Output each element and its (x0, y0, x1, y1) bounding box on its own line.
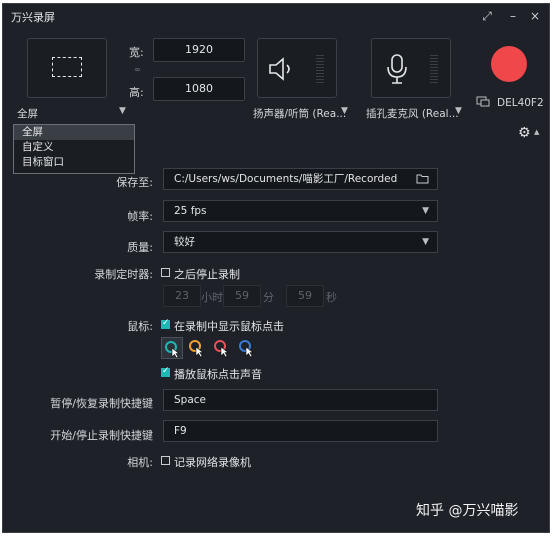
chevron-down-icon[interactable]: ▼ (119, 106, 126, 116)
caret-up-icon[interactable]: ▲ (534, 128, 539, 136)
link-icon[interactable]: ∞ (134, 65, 141, 74)
timer-checkbox[interactable] (161, 268, 170, 277)
timer-minutes-input[interactable]: 59 (223, 285, 261, 307)
save-location-label: 保存至: (116, 176, 153, 189)
save-path-field[interactable]: C:/Users/ws/Documents/喵影工厂/Recorded (163, 168, 438, 190)
dropdown-option-target-window[interactable]: 目标窗口 (14, 155, 134, 170)
microphone-button[interactable] (371, 38, 451, 98)
timer-checkbox-label: 之后停止录制 (174, 268, 240, 281)
camera-device-label[interactable]: DEL40F2 (497, 97, 544, 109)
timer-hours-input[interactable]: 23 (163, 285, 201, 307)
width-label: 宽: (129, 46, 144, 59)
camera-label: 相机: (127, 456, 153, 469)
capture-area-button[interactable] (27, 38, 107, 98)
capture-area-value[interactable]: 全屏 (17, 106, 38, 121)
webcam-checkbox[interactable] (161, 456, 170, 465)
record-button[interactable] (491, 46, 527, 82)
quality-select[interactable]: 较好 ▼ (163, 231, 438, 253)
cursor-icon (214, 340, 229, 358)
quality-value: 较好 (174, 236, 195, 248)
speaker-icon (269, 57, 290, 81)
cursor-highlight-option[interactable] (236, 337, 258, 359)
frame-rate-label: 帧率: (127, 210, 153, 223)
dropdown-option-custom[interactable]: 自定义 (14, 140, 134, 155)
dropdown-option-fullscreen[interactable]: 全屏 (14, 125, 134, 140)
chevron-down-icon[interactable]: ▼ (455, 106, 462, 116)
selection-frame-icon (52, 57, 82, 77)
minimize-icon[interactable]: – (503, 7, 523, 25)
monitor-icon (476, 96, 490, 107)
click-sound-checkbox[interactable] (161, 366, 170, 377)
cursor-icon (239, 340, 254, 358)
cursor-highlight-option[interactable] (186, 337, 208, 359)
cursor-icon (189, 340, 204, 358)
frame-rate-value: 25 fps (174, 205, 207, 217)
quality-label: 质量: (127, 241, 153, 254)
window-title: 万兴录屏 (11, 11, 55, 24)
timer-seconds-input[interactable]: 59 (286, 285, 324, 307)
speaker-device-select[interactable]: 扬声器/听筒 (Rea... (253, 106, 346, 121)
mouse-label: 鼠标: (127, 320, 153, 333)
chevron-down-icon: ▼ (422, 206, 429, 216)
chevron-down-icon[interactable]: ▼ (341, 106, 348, 116)
folder-icon[interactable] (416, 173, 429, 184)
microphone-device-select[interactable]: 插孔麦克风 (Real... (366, 106, 459, 121)
webcam-checkbox-label: 记录网络录像机 (174, 456, 251, 469)
cursor-highlight-option[interactable] (211, 337, 233, 359)
height-label: 高: (129, 86, 144, 99)
timer-seconds-unit: 秒 (326, 291, 337, 304)
click-sound-label: 播放鼠标点击声音 (174, 368, 262, 381)
save-path-value: C:/Users/ws/Documents/喵影工厂/Recorded (174, 173, 398, 185)
height-input[interactable]: 1080 (153, 77, 245, 101)
speaker-level-meter (316, 55, 324, 83)
show-clicks-label: 在录制中显示鼠标点击 (174, 320, 284, 333)
title-bar: 万兴录屏 ⤢ – × (3, 4, 549, 28)
timer-label: 录制定时器: (94, 268, 153, 281)
pause-hotkey-input[interactable]: Space (163, 389, 438, 411)
microphone-icon (387, 54, 407, 84)
cursor-icon (165, 341, 180, 359)
timer-minutes-unit: 分 (263, 291, 274, 304)
restore-icon[interactable]: ⤢ (477, 7, 497, 25)
watermark: 知乎 @万兴喵影 (416, 503, 519, 519)
recorder-window: 万兴录屏 ⤢ – × 全屏 ▼ 宽: 1920 ∞ 高: 1080 扬声器/听筒… (2, 3, 550, 533)
chevron-down-icon: ▼ (422, 237, 429, 247)
timer-hours-unit: 小时 (201, 291, 223, 304)
start-hotkey-input[interactable]: F9 (163, 420, 438, 442)
start-hotkey-label: 开始/停止录制快捷键 (50, 429, 153, 442)
microphone-level-meter (430, 55, 438, 83)
speaker-button[interactable] (257, 38, 337, 98)
frame-rate-select[interactable]: 25 fps ▼ (163, 200, 438, 222)
show-clicks-checkbox[interactable] (161, 318, 170, 329)
width-input[interactable]: 1920 (153, 38, 245, 62)
capture-area-dropdown: 全屏 自定义 目标窗口 (13, 124, 135, 174)
close-icon[interactable]: × (525, 7, 545, 25)
gear-icon[interactable]: ⚙ (518, 125, 531, 141)
pause-hotkey-label: 暂停/恢复录制快捷键 (50, 397, 153, 410)
cursor-highlight-option[interactable] (161, 337, 183, 359)
